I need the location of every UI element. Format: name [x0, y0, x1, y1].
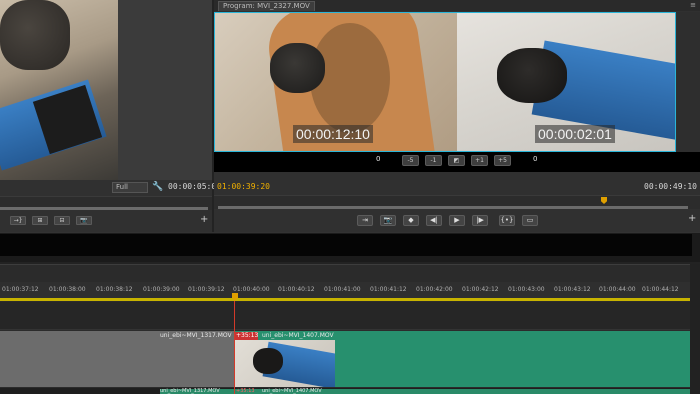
- cat-shape: [270, 43, 325, 93]
- cat-shape: [0, 0, 70, 70]
- trim-plus-5-button[interactable]: +5: [494, 155, 511, 166]
- ruler-tick: 01:00:40:00: [233, 286, 270, 293]
- source-monitor: Full 🔧 00:00:05:05 →} ⊞ ⊟ 📷 +: [0, 0, 221, 232]
- clip-label: uni_ebi~MVI_1317.MOV: [160, 388, 220, 394]
- apply-transition-icon[interactable]: ◩: [448, 155, 465, 166]
- program-scrub-bar[interactable]: [218, 206, 688, 209]
- camera-icon[interactable]: 📷: [380, 215, 396, 226]
- trim-right-value: 0: [533, 155, 538, 163]
- work-area-bar[interactable]: [0, 298, 690, 301]
- zoom-select[interactable]: Full: [112, 182, 148, 193]
- ruler-tick: 01:00:43:12: [554, 286, 591, 293]
- ruler-tick: 01:00:42:12: [462, 286, 499, 293]
- step-back-icon[interactable]: ◀|: [426, 215, 442, 226]
- empty-track[interactable]: [0, 302, 690, 330]
- timeline-scrollbar[interactable]: [690, 264, 700, 394]
- overwrite-button[interactable]: ⊞: [32, 216, 48, 225]
- marker-icon[interactable]: ◆: [403, 215, 419, 226]
- ruler-tick: 01:00:39:00: [143, 286, 180, 293]
- lift-button[interactable]: ⊟: [54, 216, 70, 225]
- program-tab-bar: Program: MVI_2327.MOV ≡: [214, 0, 700, 11]
- incoming-frame: 00:00:02:01: [457, 13, 675, 151]
- ruler-tick: 01:00:39:12: [188, 286, 225, 293]
- safe-margins-icon[interactable]: ▭: [522, 215, 538, 226]
- audio-meter-display: [0, 234, 692, 256]
- loop-icon[interactable]: {•}: [499, 215, 515, 226]
- program-side-fill: [677, 12, 700, 152]
- trim-offset-badge: +35:13: [235, 332, 259, 340]
- wrench-icon[interactable]: 🔧: [152, 182, 163, 193]
- ruler-tick: 01:00:44:00: [599, 286, 636, 293]
- ruler-tick: 01:00:43:00: [508, 286, 545, 293]
- source-scrub-bar[interactable]: [0, 207, 208, 210]
- ruler-tick: 01:00:38:00: [49, 286, 86, 293]
- ruler-tick: 01:00:41:00: [324, 286, 361, 293]
- panel-menu-icon[interactable]: ≡: [690, 1, 696, 9]
- right-trim-timecode: 00:00:02:01: [535, 125, 615, 143]
- trim-minus-5-button[interactable]: -5: [402, 155, 419, 166]
- export-frame-icon[interactable]: ⇥: [357, 215, 373, 226]
- clip-label: uni_ebi~MVI_1407.MOV: [262, 332, 334, 339]
- clip-thumbnail: [235, 340, 335, 387]
- program-video-frame: 00:00:12:10 00:00:02:01: [214, 12, 676, 152]
- source-empty-area: [118, 0, 212, 180]
- camera-icon[interactable]: 📷: [76, 216, 92, 225]
- program-monitor: Program: MVI_2327.MOV ≡ 00:00:12:10 00:0…: [214, 0, 700, 232]
- ruler-tick: 01:00:38:12: [96, 286, 133, 293]
- play-icon[interactable]: ▶: [449, 215, 465, 226]
- duration-timecode: 00:00:49:10: [644, 182, 697, 191]
- left-trim-timecode: 00:00:12:10: [293, 125, 373, 143]
- ruler-tick: 01:00:40:12: [278, 286, 315, 293]
- cat-shape: [497, 48, 567, 103]
- insert-button[interactable]: →}: [10, 216, 26, 225]
- trim-left-value: 0: [376, 155, 381, 163]
- add-button[interactable]: +: [688, 213, 696, 224]
- ruler-tick: 01:00:42:00: [416, 286, 453, 293]
- tab-program[interactable]: Program: MVI_2327.MOV: [218, 1, 315, 11]
- clip-outgoing[interactable]: [0, 331, 234, 387]
- outgoing-frame: 00:00:12:10: [215, 13, 457, 151]
- clip-label: +35:13: [236, 388, 255, 394]
- ruler-tick: 01:00:44:12: [642, 286, 679, 293]
- step-forward-icon[interactable]: |▶: [472, 215, 488, 226]
- ruler-tick: 01:00:41:12: [370, 286, 407, 293]
- playhead-timecode[interactable]: 01:00:39:20: [217, 182, 270, 191]
- trim-minus-1-button[interactable]: -1: [425, 155, 442, 166]
- clip-label: uni_ebi~MVI_1407.MOV: [262, 388, 322, 394]
- ruler-tick: 01:00:37:12: [2, 286, 39, 293]
- clip-label: uni_ebi~MVI_1317.MOV: [160, 332, 232, 339]
- add-button[interactable]: +: [200, 214, 208, 225]
- cat-shape: [253, 348, 283, 374]
- source-video-frame: [0, 0, 118, 180]
- trim-plus-1-button[interactable]: +1: [471, 155, 488, 166]
- premiere-window: Full 🔧 00:00:05:05 →} ⊞ ⊟ 📷 + Program: M…: [0, 0, 700, 394]
- timeline-playhead-line[interactable]: [234, 301, 235, 394]
